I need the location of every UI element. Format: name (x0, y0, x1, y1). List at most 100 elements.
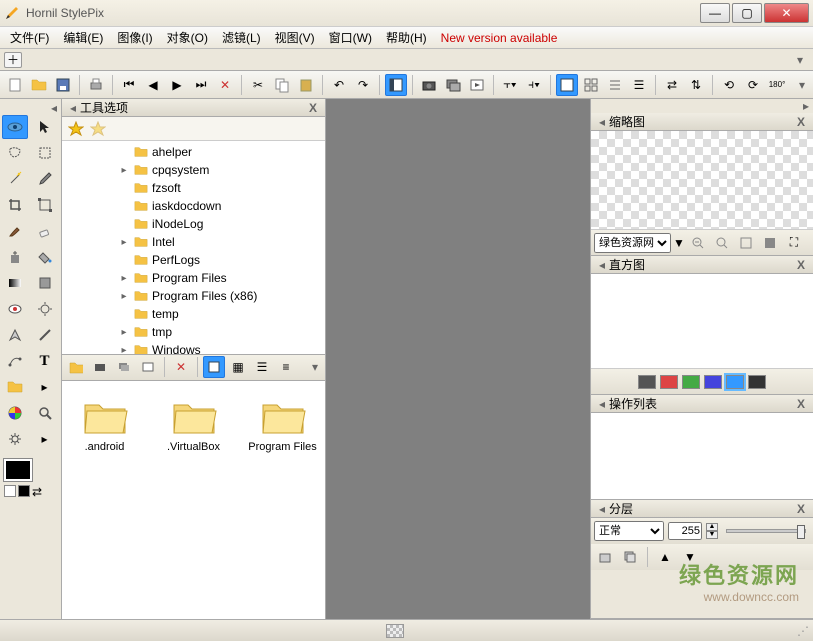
tool-line[interactable] (32, 323, 58, 347)
swatch-black[interactable] (18, 485, 30, 497)
tree-item[interactable]: ▸Intel (62, 233, 325, 251)
thumbnail-dropdown[interactable]: 绿色资源网 (594, 233, 671, 253)
layer-new-icon[interactable] (594, 546, 616, 568)
opacity-up-icon[interactable]: ▲ (706, 523, 718, 531)
zoom-fit-icon[interactable] (735, 232, 757, 254)
swatch-white[interactable] (4, 485, 16, 497)
tool-marquee[interactable] (32, 141, 58, 165)
toolbar-overflow-icon[interactable]: ▾ (795, 78, 809, 92)
tool-more-icon[interactable]: ▸ (32, 375, 58, 399)
tree-item[interactable]: ▸Program Files (x86) (62, 287, 325, 305)
close-panel-icon[interactable]: X (305, 101, 321, 115)
thumb-close-icon[interactable]: X (793, 115, 809, 129)
menu-image[interactable]: 图像(I) (111, 27, 158, 48)
flip-h-icon[interactable]: ⇄ (661, 74, 683, 96)
browser-view-grid-icon[interactable]: ▦ (227, 356, 249, 378)
copy-icon[interactable] (271, 74, 293, 96)
tree-item[interactable]: iNodeLog (62, 215, 325, 233)
hist-rgb-icon[interactable] (726, 375, 744, 389)
maximize-button[interactable]: ▢ (732, 3, 762, 23)
tree-item[interactable]: ▸Program Files (62, 269, 325, 287)
open-icon[interactable] (28, 74, 50, 96)
menu-help[interactable]: 帮助(H) (380, 27, 433, 48)
view-list-icon[interactable] (604, 74, 626, 96)
view-grid-icon[interactable] (580, 74, 602, 96)
print-icon[interactable] (85, 74, 107, 96)
thumb-dropdown-arrow-icon[interactable]: ▼ (673, 236, 685, 250)
hist-close-icon[interactable]: X (793, 258, 809, 272)
browser-view-detail-icon[interactable]: ≡ (275, 356, 297, 378)
hist-alpha-icon[interactable] (748, 375, 766, 389)
opacity-slider[interactable] (726, 529, 806, 533)
tool-clone[interactable] (2, 245, 28, 269)
tree-item[interactable]: ahelper (62, 143, 325, 161)
tool-crop[interactable] (2, 193, 28, 217)
hist-red-icon[interactable] (660, 375, 678, 389)
tabbar-overflow-icon[interactable]: ▾ (791, 53, 809, 67)
paste-icon[interactable] (295, 74, 317, 96)
tool-brush[interactable] (2, 219, 28, 243)
browser-batch-icon[interactable] (113, 356, 135, 378)
menu-filter[interactable]: 滤镜(L) (216, 27, 267, 48)
cut-icon[interactable]: ✂ (247, 74, 269, 96)
tool-more2-icon[interactable]: ▸ (32, 427, 58, 451)
undo-icon[interactable]: ↶ (328, 74, 350, 96)
canvas-area[interactable] (326, 99, 591, 619)
browser-view-large-icon[interactable] (203, 356, 225, 378)
layer-down-icon[interactable]: ▼ (679, 546, 701, 568)
browser-item[interactable]: Program Files (248, 395, 317, 454)
opacity-input[interactable] (668, 522, 702, 540)
foreground-color[interactable] (4, 459, 32, 481)
tree-item[interactable]: iaskdocdown (62, 197, 325, 215)
tree-item[interactable]: ▸Windows (62, 341, 325, 355)
menu-window[interactable]: 窗口(W) (323, 27, 378, 48)
tool-move[interactable] (32, 115, 58, 139)
slideshow-icon[interactable] (466, 74, 488, 96)
layer-dup-icon[interactable] (619, 546, 641, 568)
tree-item[interactable]: ▸tmp (62, 323, 325, 341)
folder-tree[interactable]: ahelper▸cpqsystemfzsoftiaskdocdowniNodeL… (62, 141, 325, 355)
tree-item[interactable]: ▸cpqsystem (62, 161, 325, 179)
minimize-button[interactable]: — (700, 3, 730, 23)
file-browser[interactable]: .android.VirtualBoxProgram Files (62, 381, 325, 620)
batch-icon[interactable] (442, 74, 464, 96)
tool-redeye[interactable] (2, 297, 28, 321)
tool-pen[interactable] (2, 323, 28, 347)
prev-icon[interactable]: ◀ (142, 74, 164, 96)
tool-color[interactable] (2, 401, 28, 425)
first-icon[interactable]: ⏮ (118, 74, 140, 96)
toolbox-collapse-icon[interactable]: ◂ (2, 101, 59, 115)
resize-grip-icon[interactable]: ⋰ (793, 624, 813, 638)
distribute-icon[interactable]: ⫞▾ (523, 74, 545, 96)
hist-chevron-icon[interactable]: ◂ (595, 258, 609, 272)
save-icon[interactable] (52, 74, 74, 96)
new-file-icon[interactable] (4, 74, 26, 96)
tree-item[interactable]: PerfLogs (62, 251, 325, 269)
layers-chevron-icon[interactable]: ◂ (595, 502, 609, 516)
delete-icon[interactable]: ✕ (214, 74, 236, 96)
new-version-link[interactable]: New version available (435, 29, 564, 47)
tool-eyedropper[interactable] (32, 167, 58, 191)
align-icon[interactable]: ⫟▾ (499, 74, 521, 96)
zoom-actual-icon[interactable] (759, 232, 781, 254)
zoom-in-icon[interactable] (711, 232, 733, 254)
tool-settings[interactable] (2, 427, 28, 451)
thumb-chevron-icon[interactable]: ◂ (595, 115, 609, 129)
tool-eraser[interactable] (32, 219, 58, 243)
hist-luma-icon[interactable] (638, 375, 656, 389)
right-collapse-icon[interactable]: ▸ (591, 99, 813, 113)
tool-dodge[interactable] (32, 297, 58, 321)
layers-close-icon[interactable]: X (793, 502, 809, 516)
browser-slide-icon[interactable] (137, 356, 159, 378)
hist-green-icon[interactable] (682, 375, 700, 389)
flip-v-icon[interactable]: ⇅ (685, 74, 707, 96)
hist-blue-icon[interactable] (704, 375, 722, 389)
browser-item[interactable]: .VirtualBox (159, 395, 228, 454)
tool-wand[interactable] (2, 167, 28, 191)
star-icon[interactable] (68, 121, 84, 137)
tool-transform[interactable] (32, 193, 58, 217)
blend-mode-select[interactable]: 正常 (594, 521, 664, 541)
star-outline-icon[interactable] (90, 121, 106, 137)
tool-shape[interactable] (32, 271, 58, 295)
next-icon[interactable]: ▶ (166, 74, 188, 96)
